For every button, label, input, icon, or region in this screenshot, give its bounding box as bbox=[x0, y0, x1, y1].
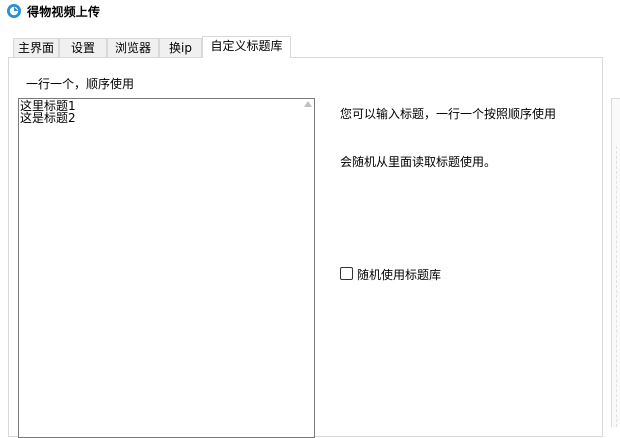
scroll-up-arrow-icon[interactable] bbox=[304, 101, 312, 107]
title-bar: 得物视频上传 bbox=[0, 0, 620, 28]
random-titles-checkbox[interactable] bbox=[340, 267, 353, 280]
tab-main[interactable]: 主界面 bbox=[13, 38, 59, 57]
tab-browser[interactable]: 浏览器 bbox=[107, 38, 159, 57]
tab-change-ip[interactable]: 换ip bbox=[159, 38, 202, 57]
random-titles-label: 随机使用标题库 bbox=[357, 268, 442, 282]
title-line: 这是标题2 bbox=[20, 111, 76, 125]
description-line-1: 您可以输入标题，一行一个按照顺序使用 bbox=[340, 107, 557, 121]
usage-hint-label: 一行一个，顺序使用 bbox=[26, 77, 135, 91]
tab-custom-titles[interactable]: 自定义标题库 bbox=[202, 36, 291, 58]
app-logo-icon bbox=[7, 4, 21, 18]
description-line-2: 会随机从里面读取标题使用。 bbox=[340, 155, 497, 169]
tab-bar: 主界面 设置 浏览器 换ip 自定义标题库 bbox=[0, 36, 620, 58]
tab-settings[interactable]: 设置 bbox=[59, 38, 107, 57]
side-panel-inner-edge bbox=[616, 146, 620, 427]
titles-textarea[interactable]: 这里标题1 这是标题2 bbox=[18, 98, 315, 438]
window-title: 得物视频上传 bbox=[27, 5, 101, 19]
